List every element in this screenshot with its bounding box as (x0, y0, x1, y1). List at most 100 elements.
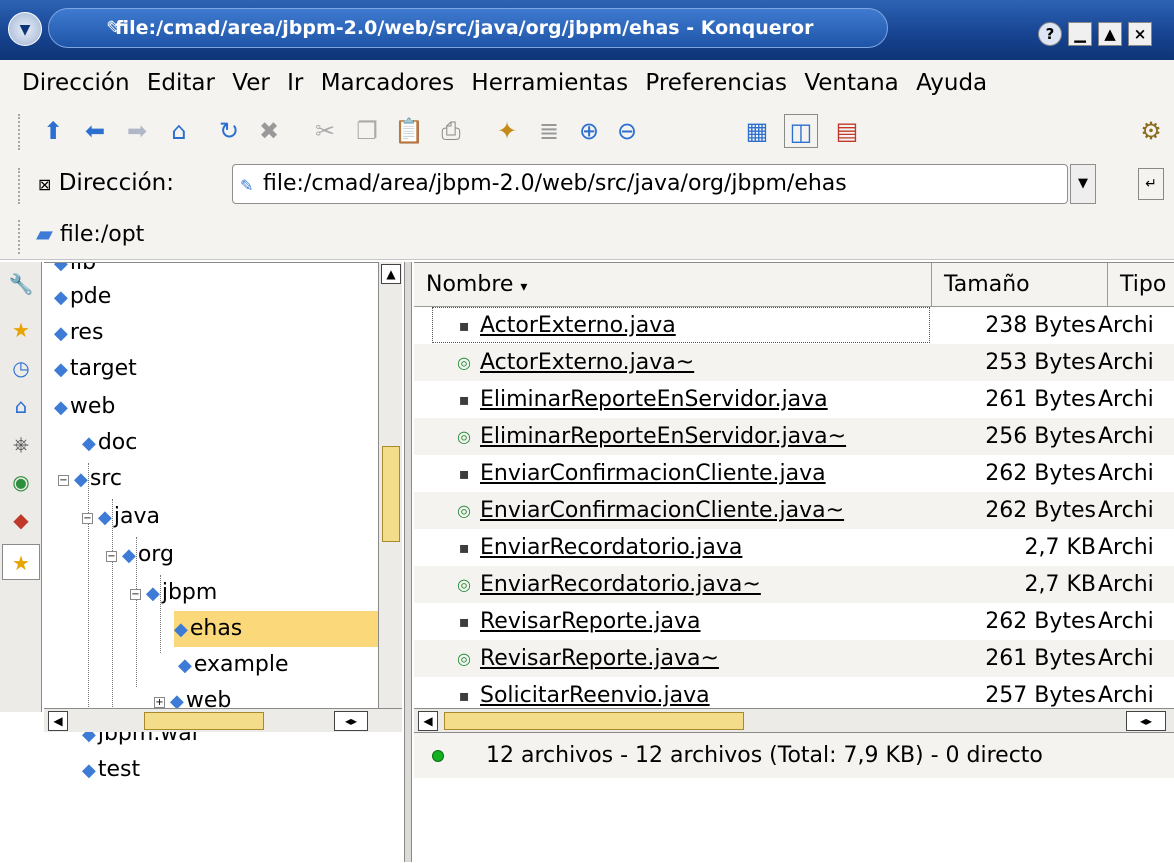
close-button[interactable]: × (1128, 22, 1152, 46)
file-name[interactable]: EliminarReporteEnServidor.java (480, 381, 828, 418)
file-row[interactable]: ◎ EliminarReporteEnServidor.java~ 256 Byte… (414, 418, 1174, 455)
tree-item[interactable]: ◆src (74, 461, 122, 497)
scroll-left-icon[interactable]: ◀ (418, 711, 438, 731)
file-name[interactable]: ActorExterno.java~ (480, 344, 694, 381)
panel-splitter[interactable] (404, 262, 412, 862)
view-mode-icon[interactable]: ▦ (740, 114, 774, 148)
tree-item[interactable]: ◆java (98, 499, 160, 535)
icon-view-icon[interactable]: ✦ (490, 114, 524, 148)
collapse-expander[interactable]: − (82, 513, 93, 524)
history-icon[interactable]: ◷ (2, 350, 40, 386)
tree-item[interactable]: ◆jbpm (146, 575, 217, 611)
help-button[interactable]: ? (1038, 22, 1062, 46)
file-row[interactable]: ◎ ActorExterno.java~ 253 Bytes Archi (414, 344, 1174, 381)
menu-ver[interactable]: Ver (232, 70, 270, 96)
location-dropdown-button[interactable]: ▼ (1070, 164, 1096, 204)
file-row[interactable]: ▪ EnviarRecordatorio.java 2,7 KB Archi (414, 529, 1174, 566)
paste-icon[interactable]: 📋 (392, 114, 426, 148)
tree-item[interactable]: ◆pde (54, 279, 111, 315)
tools-icon[interactable]: 🔧 (2, 266, 40, 302)
scroll-right-icon[interactable]: ◂▸ (1126, 711, 1166, 731)
locationbar-grip[interactable] (18, 168, 24, 204)
collapse-expander[interactable]: − (130, 589, 141, 600)
tree-item[interactable]: ◆doc (82, 425, 137, 461)
bookmark-item[interactable]: ▰ file:/opt (36, 222, 144, 247)
location-input[interactable]: file:/cmad/area/jbpm-2.0/web/src/java/or… (232, 164, 1068, 204)
firewall-icon[interactable]: ▤ (830, 114, 864, 148)
file-name[interactable]: RevisarReporte.java~ (480, 640, 719, 677)
cut-icon[interactable]: ✂ (308, 114, 342, 148)
file-name[interactable]: EnviarConfirmacionCliente.java (480, 455, 826, 492)
scroll-thumb[interactable] (382, 446, 400, 542)
file-name[interactable]: EnviarRecordatorio.java~ (480, 566, 761, 603)
file-name[interactable]: EnviarRecordatorio.java (480, 529, 742, 566)
collapse-expander[interactable]: − (106, 551, 117, 562)
bookmark-star-icon[interactable]: ★ (2, 312, 40, 348)
tree-item[interactable]: ◆org (122, 537, 174, 573)
menu-ventana[interactable]: Ventana (804, 70, 898, 96)
zoom-in-icon[interactable]: ⊕ (572, 114, 606, 148)
file-name[interactable]: RevisarReporte.java (480, 603, 701, 640)
window-menu-button[interactable]: ▼ (8, 12, 42, 46)
go-button[interactable]: ↵ (1138, 168, 1164, 200)
minimize-button[interactable]: ▁ (1068, 22, 1092, 46)
menu-ayuda[interactable]: Ayuda (916, 70, 987, 96)
tree-item[interactable]: ◆web (54, 389, 115, 425)
toolbar-grip[interactable] (18, 114, 24, 150)
file-row[interactable]: ◎ EnviarConfirmacionCliente.java~ 262 Byte… (414, 492, 1174, 529)
split-view-icon[interactable]: ◫ (784, 114, 818, 148)
file-row[interactable]: ▪ EliminarReporteEnServidor.java 261 Bytes… (414, 381, 1174, 418)
list-horizontal-scrollbar[interactable]: ◀ ◂▸ (414, 708, 1174, 732)
back-icon[interactable]: ⬅ (78, 114, 112, 148)
tree-item-selected[interactable]: ◆ehas (174, 611, 380, 647)
tree-item[interactable]: ◆target (54, 351, 137, 387)
gear-icon[interactable]: ⚙ (1134, 114, 1168, 148)
stop-icon[interactable]: ✖ (252, 114, 286, 148)
file-row[interactable]: ◎ RevisarReporte.java~ 261 Bytes Archi (414, 640, 1174, 677)
scroll-up-icon[interactable]: ▲ (381, 264, 401, 284)
file-name[interactable]: EnviarConfirmacionCliente.java~ (480, 492, 844, 529)
print-icon[interactable]: ⎙ (434, 114, 468, 148)
file-row[interactable]: ◎ EnviarRecordatorio.java~ 2,7 KB Archi (414, 566, 1174, 603)
scroll-thumb[interactable] (444, 712, 744, 730)
favorites-icon[interactable]: ★ (2, 544, 40, 580)
up-icon[interactable]: ⬆ (36, 114, 70, 148)
globe-icon[interactable]: ◉ (2, 464, 40, 500)
file-name[interactable]: EliminarReporteEnServidor.java~ (480, 418, 846, 455)
menu-marcadores[interactable]: Marcadores (321, 70, 454, 96)
scroll-right-icon[interactable]: ◂▸ (334, 711, 368, 731)
clear-location-icon[interactable]: ⊠ (38, 175, 51, 194)
menu-herramientas[interactable]: Herramientas (471, 70, 628, 96)
tree-item[interactable]: ◆test (82, 752, 140, 788)
tree-vertical-scrollbar[interactable]: ▲ (378, 262, 402, 708)
network-icon[interactable]: ⎈ (2, 426, 40, 462)
services-icon[interactable]: ◆ (2, 502, 40, 538)
scroll-left-icon[interactable]: ◀ (48, 711, 68, 731)
file-row[interactable]: ▪ RevisarReporte.java 262 Bytes Archi (414, 603, 1174, 640)
bookmarksbar-grip[interactable] (18, 220, 24, 254)
menu-editar[interactable]: Editar (147, 70, 215, 96)
reload-icon[interactable]: ↻ (212, 114, 246, 148)
collapse-expander[interactable]: − (58, 475, 69, 486)
column-type[interactable]: Tipo (1108, 263, 1174, 307)
home-icon[interactable]: ⌂ (162, 114, 196, 148)
copy-icon[interactable]: ❐ (350, 114, 384, 148)
tree-item[interactable]: ◆res (54, 315, 103, 351)
file-name[interactable]: SolicitarReenvio.java (480, 677, 710, 708)
forward-icon[interactable]: ➡ (120, 114, 154, 148)
column-name[interactable]: Nombre ▾ (414, 263, 932, 307)
file-row[interactable]: ▪ EnviarConfirmacionCliente.java 262 Bytes… (414, 455, 1174, 492)
menu-preferencias[interactable]: Preferencias (645, 70, 787, 96)
menu-ir[interactable]: Ir (287, 70, 303, 96)
tree-item[interactable]: ◆example (178, 647, 289, 683)
list-view-icon[interactable]: ≣ (532, 114, 566, 148)
menu-direccion[interactable]: Dirección (22, 70, 130, 96)
scroll-thumb[interactable] (144, 712, 264, 730)
file-row[interactable]: ▪ SolicitarReenvio.java 257 Bytes Archi (414, 677, 1174, 708)
zoom-out-icon[interactable]: ⊖ (610, 114, 644, 148)
home-folder-icon[interactable]: ⌂ (2, 388, 40, 424)
maximize-button[interactable]: ▲ (1098, 22, 1122, 46)
expand-expander[interactable]: + (154, 697, 165, 708)
tree-item[interactable]: ◆web (170, 683, 231, 708)
tree-horizontal-scrollbar[interactable]: ◀ ◂▸ (44, 708, 402, 732)
